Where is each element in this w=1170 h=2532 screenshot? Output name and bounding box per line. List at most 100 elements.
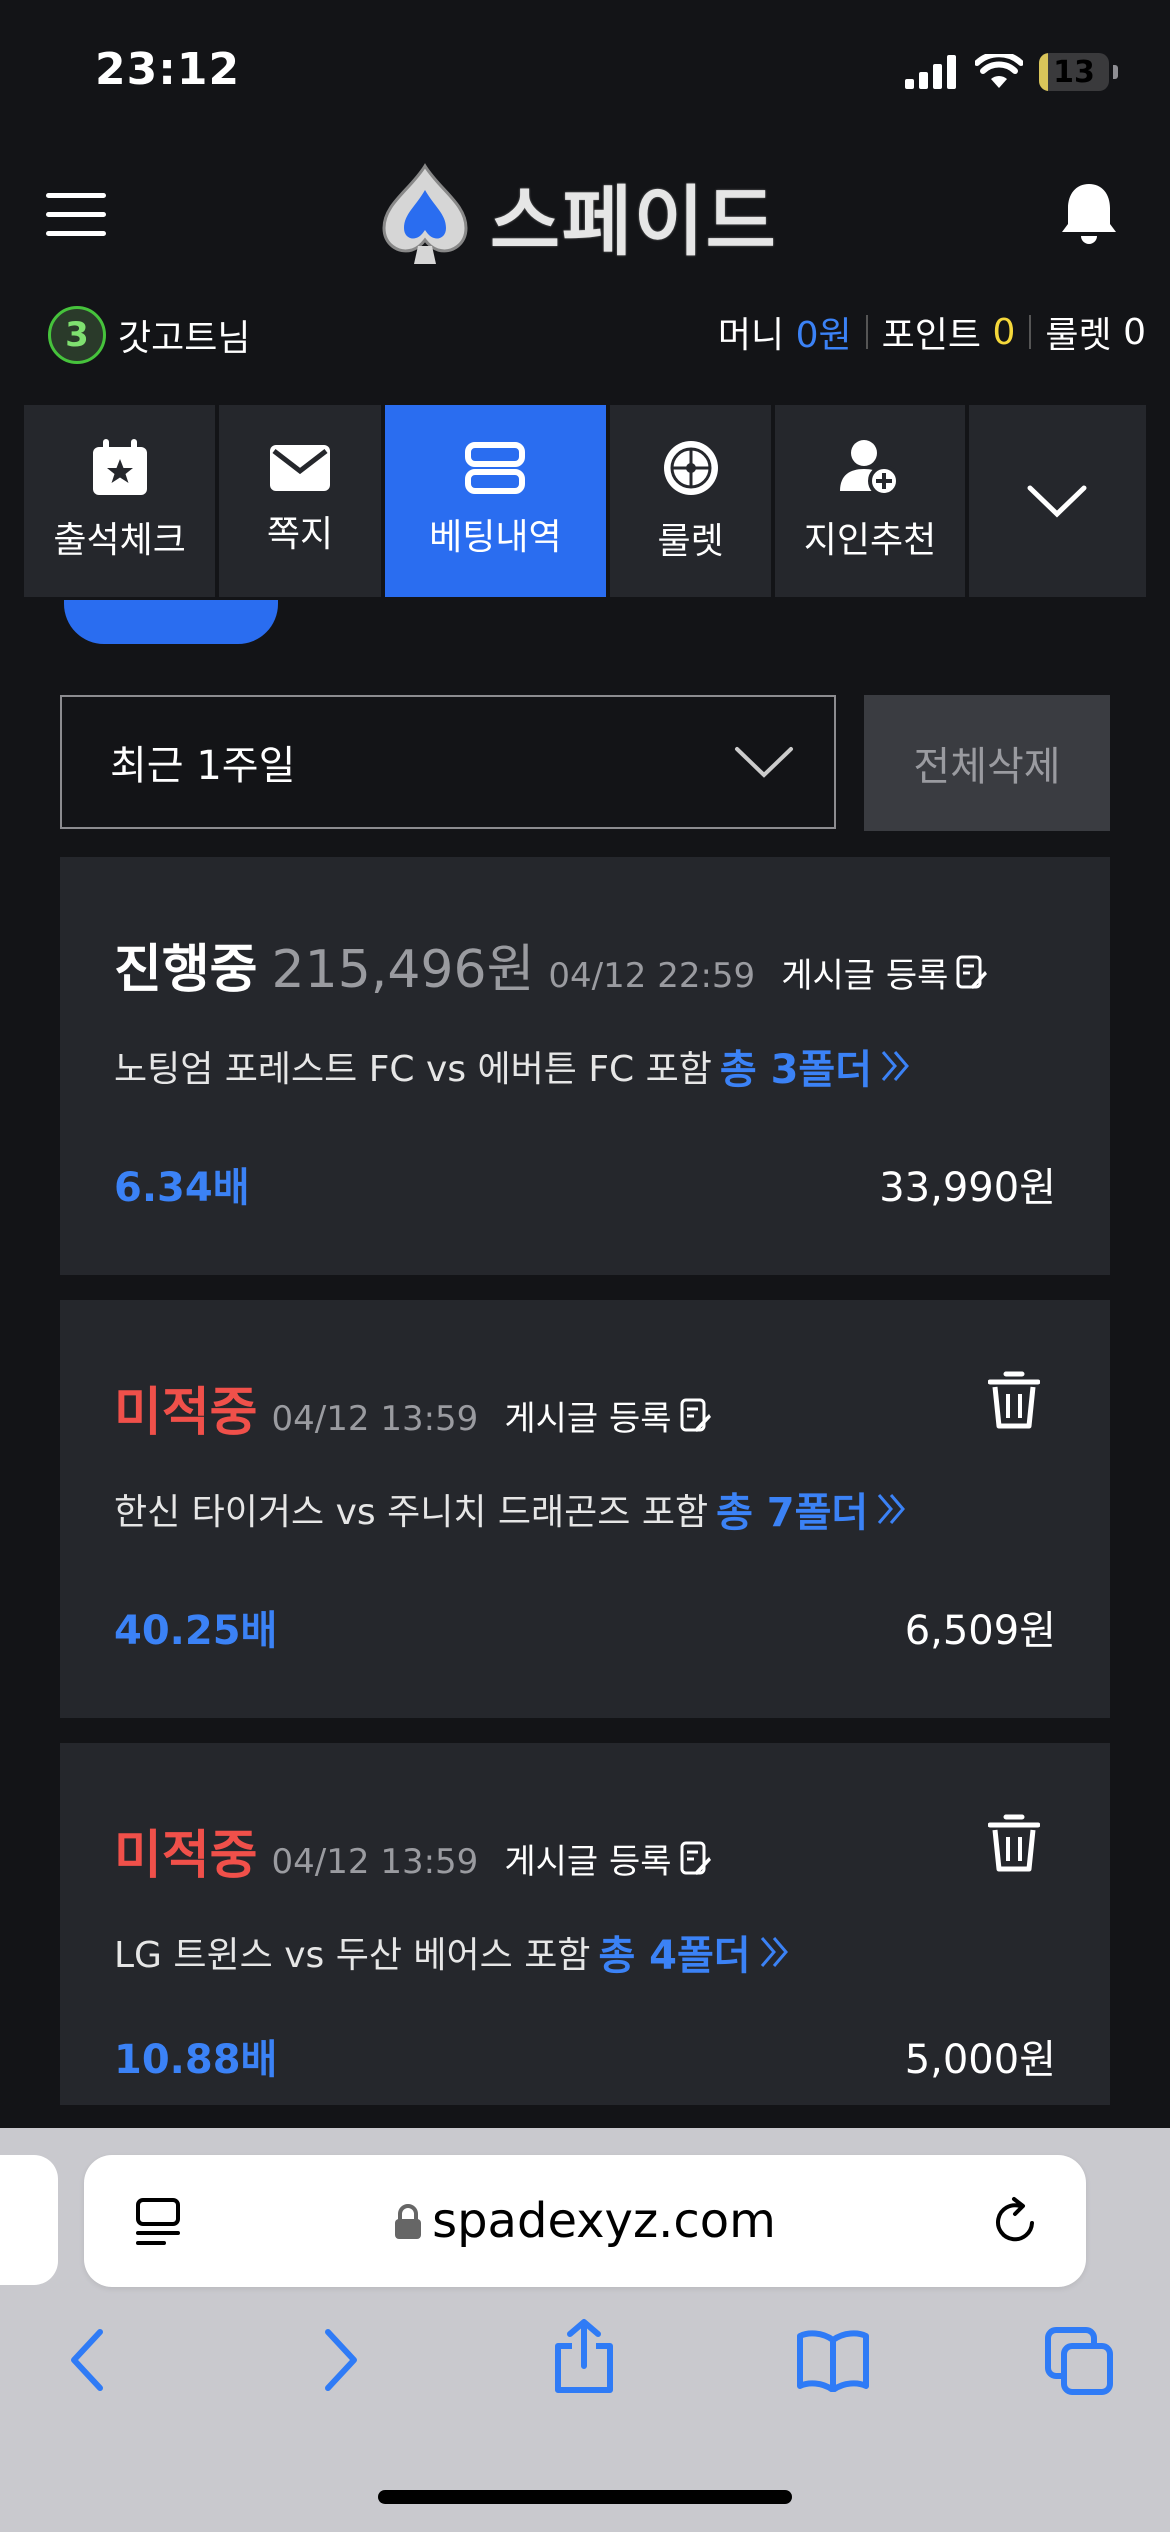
tabs-overview-icon[interactable]: [1044, 2326, 1114, 2396]
bet-date: 04/12 13:59: [271, 1399, 479, 1439]
divider: [865, 315, 868, 349]
bet-folds: 총 3폴더: [719, 1047, 873, 1093]
cellular-signal-icon: [905, 55, 956, 89]
logo[interactable]: 스페이드: [370, 160, 778, 270]
bet-card-header: 미적중 04/12 13:59 게시글 등록: [114, 1370, 1056, 1445]
bet-odds: 6.34배: [114, 1165, 250, 1211]
quick-menu-tabs: 출석체크 쪽지 베팅내역 룰렛 지인추천: [24, 405, 1147, 597]
post-register-label: 게시글 등록: [504, 1399, 672, 1439]
user-name: 갓고트님: [118, 318, 251, 359]
bet-date: 04/12 13:59: [271, 1842, 479, 1882]
bet-card[interactable]: 미적중 04/12 13:59 게시글 등록 한신 타이거스 vs 주니치 드래…: [60, 1300, 1110, 1718]
bet-amount: 215,496원: [271, 940, 535, 1000]
previous-tab-preview[interactable]: [0, 2155, 58, 2285]
tab-betting-history[interactable]: 베팅내역: [384, 405, 606, 597]
tab-label: 출석체크: [53, 520, 186, 561]
battery-level: 13: [1053, 54, 1095, 90]
bet-match[interactable]: 한신 타이거스 vs 주니치 드래곤즈 포함 총 7폴더: [114, 1480, 906, 1538]
roulette-label: 룰렛: [1045, 315, 1112, 356]
tab-label: 지인추천: [803, 520, 937, 561]
tab-messages[interactable]: 쪽지: [219, 405, 381, 597]
money-value[interactable]: 0원: [796, 306, 852, 358]
status-icons: 13: [905, 50, 1118, 94]
bet-match[interactable]: 노팅엄 포레스트 FC vs 에버튼 FC 포함 총 3폴더: [114, 1037, 910, 1095]
url-value: spadexyz.com: [432, 2193, 776, 2249]
calendar-star-icon: [92, 439, 147, 495]
menu-line: [46, 193, 106, 198]
post-register-button[interactable]: 게시글 등록: [781, 948, 988, 997]
reload-icon[interactable]: [990, 2195, 1040, 2247]
bet-match-text: 한신 타이거스 vs 주니치 드래곤즈 포함: [114, 1492, 709, 1533]
address-bar[interactable]: spadexyz.com: [84, 2155, 1086, 2287]
sub-tab-pill[interactable]: [64, 600, 278, 644]
chevron-down-icon: [735, 747, 793, 778]
bet-status: 미적중: [114, 1826, 258, 1886]
bet-folds: 총 4폴더: [598, 1933, 751, 1979]
envelope-icon: [270, 445, 331, 491]
bet-date: 04/12 22:59: [548, 956, 756, 996]
edit-document-icon: [680, 1841, 711, 1875]
notification-bell-button[interactable]: [1060, 180, 1118, 250]
lock-icon: [395, 2204, 422, 2239]
bet-odds: 10.88배: [114, 2037, 278, 2083]
back-arrow-icon[interactable]: [68, 2328, 108, 2392]
bet-folds: 총 7폴더: [716, 1490, 869, 1536]
bet-odds: 40.25배: [114, 1608, 278, 1654]
user-plus-icon: [840, 440, 901, 497]
divider: [1029, 315, 1032, 349]
period-select[interactable]: 최근 1주일: [60, 695, 836, 829]
share-icon[interactable]: [552, 2318, 616, 2394]
bet-stake: 5,000원: [904, 2037, 1056, 2083]
bet-card-header: 진행중 215,496원 04/12 22:59 게시글 등록: [114, 927, 1056, 1002]
bet-card[interactable]: 진행중 215,496원 04/12 22:59 게시글 등록 노팅엄 포레스트…: [60, 857, 1110, 1275]
user-info: 3 갓고트님: [48, 306, 250, 364]
point-value[interactable]: 0: [992, 312, 1015, 353]
tab-label: 쪽지: [266, 514, 334, 555]
level-badge: 3: [48, 306, 106, 364]
tab-referral[interactable]: 지인추천: [775, 405, 965, 597]
menu-line: [46, 212, 106, 217]
wifi-icon: [975, 54, 1023, 88]
tab-label: 베팅내역: [429, 517, 562, 558]
url-text: spadexyz.com: [84, 2193, 1086, 2249]
post-register-label: 게시글 등록: [781, 956, 949, 996]
post-register-button[interactable]: 게시글 등록: [504, 1834, 711, 1883]
double-chevron-right-icon: [760, 1937, 788, 1967]
double-chevron-right-icon: [878, 1494, 906, 1524]
bet-match-text: LG 트윈스 vs 두산 베어스 포함: [114, 1935, 591, 1976]
delete-all-button[interactable]: 전체삭제: [864, 695, 1110, 831]
bet-status: 진행중: [114, 940, 258, 1000]
delete-bet-button[interactable]: [987, 1813, 1041, 1877]
battery-icon: 13: [1039, 53, 1109, 91]
trash-icon: [987, 1814, 1041, 1872]
menu-button[interactable]: [46, 193, 106, 237]
tabs-expand-button[interactable]: [968, 405, 1147, 597]
bet-match[interactable]: LG 트윈스 vs 두산 베어스 포함 총 4폴더: [114, 1923, 789, 1981]
post-register-button[interactable]: 게시글 등록: [504, 1391, 711, 1440]
edit-document-icon: [680, 1398, 711, 1432]
money-label: 머니: [717, 315, 785, 356]
bookmarks-icon[interactable]: [796, 2330, 870, 2392]
post-register-label: 게시글 등록: [504, 1842, 672, 1882]
tab-label: 룰렛: [657, 521, 724, 562]
list-icon: [465, 442, 526, 494]
period-select-value: 최근 1주일: [110, 743, 296, 789]
trash-icon: [987, 1371, 1041, 1429]
balance-info: 머니 0원 포인트 0 룰렛 0: [718, 306, 1146, 358]
roulette-icon: [663, 441, 718, 495]
roulette-value[interactable]: 0: [1123, 312, 1146, 353]
tab-roulette[interactable]: 룰렛: [609, 405, 772, 597]
logo-text: 스페이드: [490, 177, 778, 266]
bet-card[interactable]: 미적중 04/12 13:59 게시글 등록 LG 트윈스 vs 두산 베어스 …: [60, 1743, 1110, 2105]
tab-attendance[interactable]: 출석체크: [24, 405, 216, 597]
spade-logo-icon: [382, 163, 468, 264]
status-time: 23:12: [95, 44, 241, 95]
bet-status: 미적중: [114, 1383, 258, 1443]
bell-icon: [1062, 184, 1116, 244]
battery-tip: [1113, 65, 1118, 79]
point-label: 포인트: [881, 315, 982, 356]
delete-bet-button[interactable]: [987, 1370, 1041, 1434]
home-indicator[interactable]: [378, 2490, 792, 2504]
bet-card-header: 미적중 04/12 13:59 게시글 등록: [114, 1813, 1056, 1888]
forward-arrow-icon[interactable]: [320, 2328, 360, 2392]
